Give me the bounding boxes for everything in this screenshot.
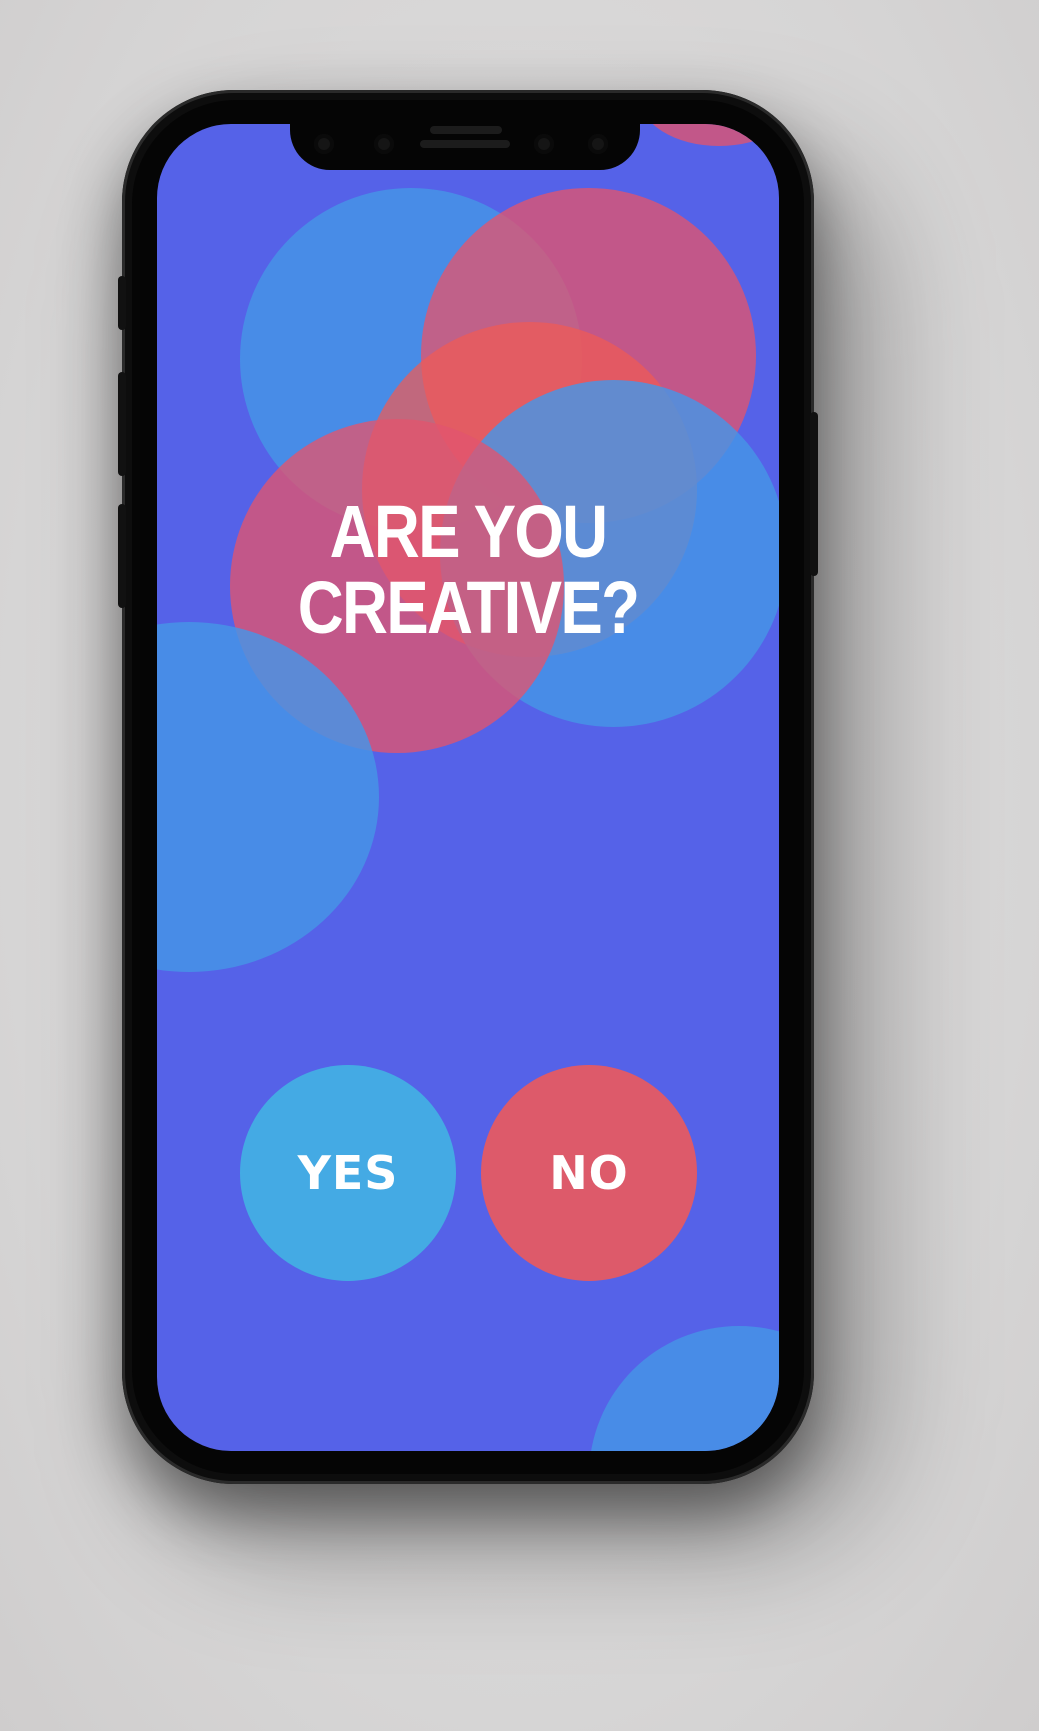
yes-button[interactable]: YES xyxy=(240,1065,456,1281)
question-headline: ARE YOU CREATIVE? xyxy=(201,494,736,646)
volume-down-button xyxy=(118,504,126,608)
earpiece-grille xyxy=(420,140,510,148)
phone-notch xyxy=(290,120,640,170)
headline-line-2: CREATIVE? xyxy=(297,566,640,649)
yes-button-label: YES xyxy=(297,1146,399,1200)
sensor-dot-right xyxy=(534,134,554,154)
headline-line-1: ARE YOU xyxy=(329,490,608,573)
power-button xyxy=(810,412,818,576)
mute-switch xyxy=(118,276,126,330)
bubble-blue-bottom-right xyxy=(589,1326,779,1451)
sensor-dot-left xyxy=(314,134,334,154)
front-camera-right xyxy=(588,134,608,154)
front-camera-left xyxy=(374,134,394,154)
volume-up-button xyxy=(118,372,126,476)
no-button-label: NO xyxy=(549,1146,629,1200)
earpiece-speaker xyxy=(430,126,502,134)
no-button[interactable]: NO xyxy=(481,1065,697,1281)
mockup-stage: ARE YOU CREATIVE? YES NO xyxy=(0,0,1039,1731)
app-screen: ARE YOU CREATIVE? YES NO xyxy=(157,124,779,1451)
